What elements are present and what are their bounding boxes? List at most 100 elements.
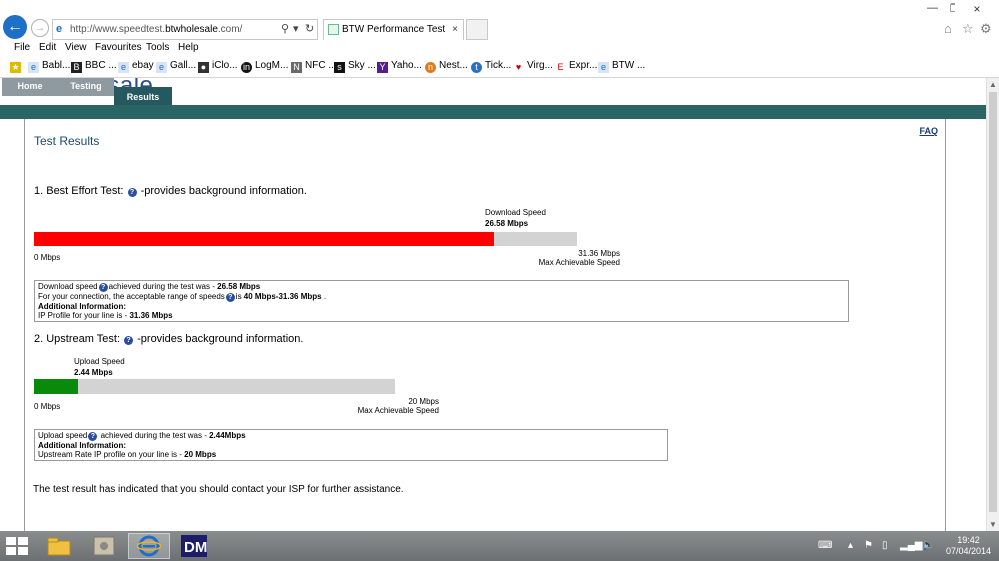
fav-item[interactable]: ● iClo... xyxy=(198,60,238,73)
fav-item[interactable]: e Gall... xyxy=(156,60,196,73)
nav-tab-home[interactable]: Home xyxy=(2,78,58,96)
download-max-label: Max Achievable Speed xyxy=(538,258,620,267)
svg-text:DM: DM xyxy=(184,539,207,556)
home-icon[interactable]: ⌂ xyxy=(944,21,952,36)
new-tab-button[interactable] xyxy=(466,19,488,40)
settings-gear-icon[interactable]: ⚙ xyxy=(980,21,992,37)
help-icon[interactable]: ? xyxy=(124,336,134,345)
upload-info-line: Upload speed? achieved during the test w… xyxy=(38,431,246,441)
download-min-label: 0 Mbps xyxy=(34,253,61,262)
fav-item[interactable]: e ebay xyxy=(118,60,154,73)
menu-bar: File Edit View Favourites Tools Help xyxy=(0,40,999,56)
minimize-icon[interactable]: — xyxy=(927,2,938,14)
dropdown-icon[interactable]: ▾ xyxy=(293,20,299,39)
signal-icon[interactable]: ▂▄▆ xyxy=(900,540,922,551)
download-info-box: Download speed? achieved during the test … xyxy=(34,280,849,322)
address-domain: btwholesale xyxy=(165,24,218,35)
download-speed-bar xyxy=(34,232,577,246)
tray-up-icon[interactable]: ▴ xyxy=(848,540,853,551)
flag-icon[interactable]: ⚑ xyxy=(864,540,873,551)
scroll-thumb[interactable] xyxy=(989,92,997,512)
fav-item[interactable]: in LogM... xyxy=(241,60,288,73)
download-info-line: Download speed? achieved during the test … xyxy=(38,282,261,292)
upstream-profile-line: Upstream Rate IP profile on your line is… xyxy=(38,450,217,459)
search-icon[interactable]: ⚲ xyxy=(281,20,289,39)
upload-speed-value: 2.44 Mbps xyxy=(74,368,113,377)
dm-app-icon[interactable]: DM xyxy=(173,533,215,559)
system-clock[interactable]: 19:42 07/04/2014 xyxy=(946,535,991,557)
download-max-value: 31.36 Mbps xyxy=(578,249,620,258)
additional-info-heading: Additional Information: xyxy=(38,302,126,311)
upload-max-label: Max Achievable Speed xyxy=(357,406,439,415)
nav-tab-testing[interactable]: Testing xyxy=(58,78,114,96)
fav-item[interactable]: ♥ Virg... xyxy=(513,60,553,73)
upload-info-box: Upload speed? achieved during the test w… xyxy=(34,429,668,461)
final-message: The test result has indicated that you s… xyxy=(33,484,404,495)
fav-item[interactable]: t Tick... xyxy=(471,60,511,73)
upload-speed-bar xyxy=(34,379,395,394)
upload-speed-label: Upload Speed xyxy=(74,357,125,366)
help-icon[interactable]: ? xyxy=(127,188,137,197)
windows-start-icon[interactable] xyxy=(6,537,28,555)
ie-page-icon: e xyxy=(56,23,63,35)
close-tab-icon[interactable]: × xyxy=(452,20,458,40)
additional-info-heading: Additional Information: xyxy=(38,441,126,450)
taskbar: DM ⌨ ▴ ⚑ ▯ ▂▄▆ 🔈 19:42 07/04/2014 xyxy=(0,531,999,561)
clock-time: 19:42 xyxy=(957,535,980,545)
scroll-up-icon[interactable]: ▲ xyxy=(989,80,997,89)
upload-max-value: 20 Mbps xyxy=(408,397,439,406)
fav-item[interactable]: s Sky ... xyxy=(334,60,376,73)
results-panel: FAQ Test Results 1. Best Effort Test: ? … xyxy=(24,119,946,531)
fav-item[interactable]: B BBC ... xyxy=(71,60,117,73)
fav-item[interactable]: E Expr... xyxy=(555,60,597,73)
address-prefix: http://www.speedtest. xyxy=(70,24,166,35)
scroll-down-icon[interactable]: ▼ xyxy=(989,520,997,529)
refresh-icon[interactable]: ↻ xyxy=(305,20,314,39)
address-bar[interactable]: e http://www.speedtest.btwholesale.com/ … xyxy=(52,19,318,40)
tab-btw-performance-test[interactable]: BTW Performance Test × xyxy=(323,19,464,40)
add-favourite-icon[interactable]: ★ xyxy=(10,60,24,73)
fav-item[interactable]: Y Yaho... xyxy=(377,60,422,73)
forward-icon[interactable]: → xyxy=(31,19,49,37)
tab-title: BTW Performance Test xyxy=(342,24,446,35)
tab-favicon-icon xyxy=(328,24,339,35)
fav-item[interactable]: e BTW ... xyxy=(598,60,645,73)
help-icon[interactable]: ? xyxy=(98,283,108,292)
keyboard-icon[interactable]: ⌨ xyxy=(818,540,832,551)
favourites-star-icon[interactable]: ☆ xyxy=(962,21,974,37)
address-suffix: .com/ xyxy=(217,24,243,35)
file-explorer-icon[interactable] xyxy=(38,533,80,559)
faq-link[interactable]: FAQ xyxy=(919,126,938,136)
back-icon[interactable]: ← xyxy=(3,15,27,39)
menu-tools[interactable]: Tools xyxy=(146,42,169,53)
internet-explorer-icon[interactable] xyxy=(128,533,170,559)
fav-item[interactable]: e Babl... xyxy=(28,60,70,73)
upstream-heading: 2. Upstream Test: ? -provides background… xyxy=(34,333,304,345)
upload-speed-fill xyxy=(34,379,79,394)
control-panel-icon[interactable] xyxy=(83,533,125,559)
power-icon[interactable]: ▯ xyxy=(882,540,888,551)
page-scrollbar[interactable]: ▲ ▼ xyxy=(986,78,999,531)
upload-min-label: 0 Mbps xyxy=(34,402,61,411)
download-speed-label: Download Speed xyxy=(485,208,546,217)
download-speed-fill xyxy=(34,232,495,246)
help-icon[interactable]: ? xyxy=(88,432,98,441)
menu-help[interactable]: Help xyxy=(178,42,199,53)
acceptable-range-line: For your connection, the acceptable rang… xyxy=(38,292,327,302)
menu-file[interactable]: File xyxy=(14,42,30,53)
page-title: Test Results xyxy=(34,134,100,148)
fav-item[interactable]: n Nest... xyxy=(425,60,468,73)
fav-item[interactable]: N NFC ... xyxy=(291,60,337,73)
favourites-bar: ★ e Babl... B BBC ... e ebay e Gall... ● iClo… xyxy=(0,56,999,78)
menu-edit[interactable]: Edit xyxy=(39,42,56,53)
menu-view[interactable]: View xyxy=(65,42,87,53)
header-band xyxy=(0,105,986,119)
ip-profile-line: IP Profile for your line is - 31.36 Mbps xyxy=(38,311,173,320)
download-speed-value: 26.58 Mbps xyxy=(485,219,529,228)
volume-icon[interactable]: 🔈 xyxy=(922,540,934,551)
browser-titlebar: ← → e http://www.speedtest.btwholesale.c… xyxy=(0,0,999,40)
menu-favourites[interactable]: Favourites xyxy=(95,42,142,53)
help-icon[interactable]: ? xyxy=(225,293,235,302)
close-window-icon[interactable]: × xyxy=(955,0,999,18)
best-effort-heading: 1. Best Effort Test: ? -provides backgro… xyxy=(34,185,307,197)
